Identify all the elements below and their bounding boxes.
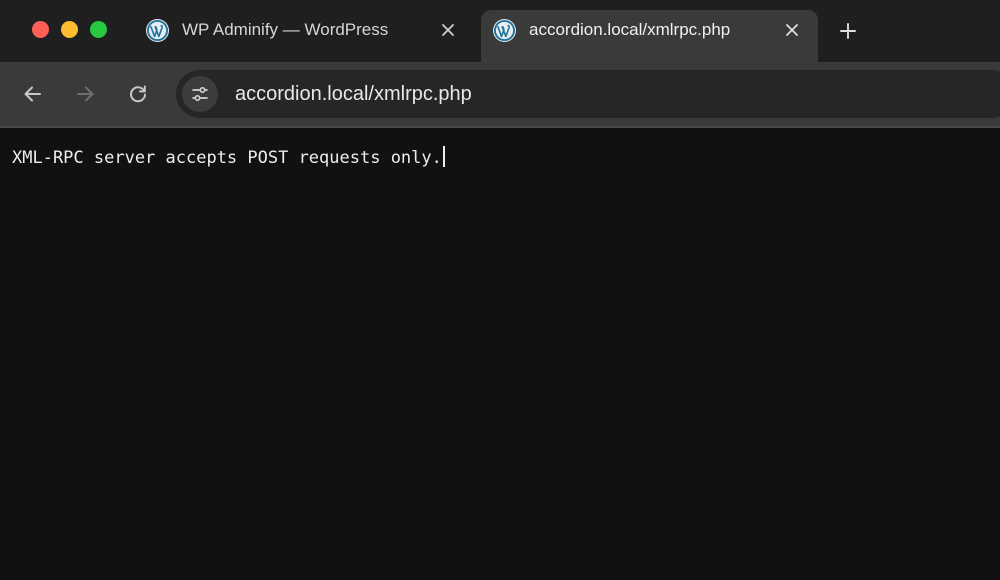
minimize-window-button[interactable] — [61, 21, 78, 38]
tab-xmlrpc[interactable]: accordion.local/xmlrpc.php — [481, 10, 818, 62]
close-window-button[interactable] — [32, 21, 49, 38]
new-tab-button[interactable] — [834, 17, 862, 45]
url-text[interactable]: accordion.local/xmlrpc.php — [235, 83, 472, 106]
browser-toolbar: accordion.local/xmlrpc.php — [0, 62, 1000, 126]
plus-icon — [840, 23, 856, 39]
back-button[interactable] — [15, 76, 51, 112]
forward-button[interactable] — [67, 76, 103, 112]
close-tab-icon[interactable] — [778, 16, 806, 44]
tab-wp-adminify[interactable]: WP Adminify — WordPress — [132, 10, 474, 62]
wordpress-icon — [146, 18, 169, 42]
reload-icon — [130, 85, 146, 103]
tab-title: WP Adminify — WordPress — [182, 20, 389, 39]
arrow-right-icon — [77, 86, 94, 102]
maximize-window-button[interactable] — [90, 21, 107, 38]
site-info-button[interactable] — [182, 76, 218, 112]
browser-window: WP Adminify — WordPress accordion.local/… — [0, 0, 1000, 580]
tune-icon — [192, 86, 208, 102]
tab-title: accordion.local/xmlrpc.php — [529, 20, 731, 39]
tab-strip: WP Adminify — WordPress accordion.local/… — [0, 0, 1000, 62]
server-message-text: XML-RPC server accepts POST requests onl… — [12, 148, 442, 168]
page-content: XML-RPC server accepts POST requests onl… — [0, 128, 1000, 580]
close-tab-icon[interactable] — [434, 16, 462, 44]
server-message: XML-RPC server accepts POST requests onl… — [12, 146, 445, 168]
text-cursor — [442, 146, 445, 167]
arrow-left-icon — [24, 86, 41, 102]
wordpress-icon — [493, 18, 516, 42]
address-bar[interactable]: accordion.local/xmlrpc.php — [176, 70, 1000, 118]
reload-button[interactable] — [120, 76, 156, 112]
